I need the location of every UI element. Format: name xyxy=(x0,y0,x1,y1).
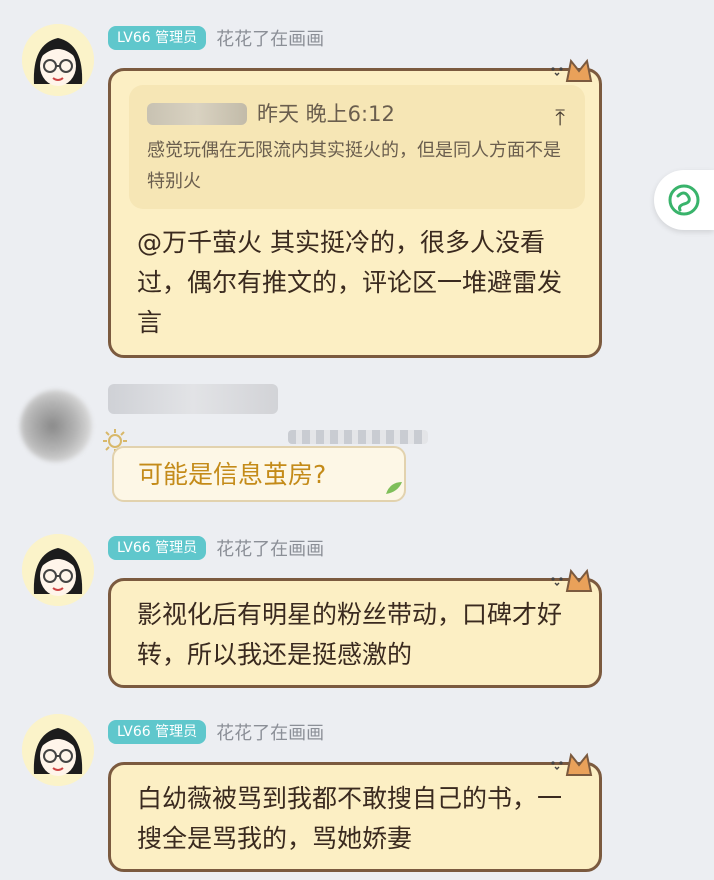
avatar[interactable] xyxy=(22,714,94,786)
avatar[interactable] xyxy=(22,24,94,96)
quote-time: 昨天 晚上6:12 xyxy=(257,102,395,126)
sender-name[interactable]: 花花了在画画 xyxy=(216,719,324,745)
sender-name[interactable]: 花花了在画画 xyxy=(216,25,324,51)
cat-ears-icon xyxy=(551,752,593,776)
quoted-message[interactable]: 昨天 晚上6:12 ⤒ 感觉玩偶在无限流内其实挺火的，但是同人方面不是特别火 xyxy=(129,85,585,209)
arrow-up-icon[interactable]: ⤒ xyxy=(555,99,565,139)
side-float-button[interactable] xyxy=(654,170,714,230)
avatar[interactable] xyxy=(22,534,94,606)
blurred-title xyxy=(288,430,428,444)
cat-ears-icon xyxy=(551,568,593,592)
message-bubble[interactable]: 白幼薇被骂到我都不敢搜自己的书，一搜全是骂我的，骂她娇妻 xyxy=(108,752,602,872)
message-text: 影视化后有明星的粉丝带动，口碑才好转，所以我还是挺感激的 xyxy=(137,600,563,669)
message-text: 可能是信息茧房? xyxy=(138,460,327,489)
level-badge: LV66 管理员 xyxy=(108,720,207,744)
sender-name[interactable]: 花花了在画画 xyxy=(216,535,324,561)
blurred-avatar[interactable] xyxy=(20,390,92,462)
message-text: @万千萤火 其实挺冷的，很多人没看过，偶尔有推文的，评论区一堆避雷发言 xyxy=(137,228,563,337)
cat-ears-icon xyxy=(551,58,593,82)
blurred-name xyxy=(147,103,247,125)
app-logo-icon xyxy=(668,184,700,216)
message-text: 白幼薇被骂到我都不敢搜自己的书，一搜全是骂我的，骂她娇妻 xyxy=(137,784,563,853)
message-bubble[interactable]: 可能是信息茧房? xyxy=(112,446,406,502)
leaf-icon xyxy=(386,482,402,494)
sender-meta: LV66 管理员 花花了在画画 xyxy=(108,534,324,562)
blurred-name xyxy=(108,384,278,414)
quote-text: 感觉玩偶在无限流内其实挺火的，但是同人方面不是特别火 xyxy=(147,140,561,192)
message-bubble[interactable]: 影视化后有明星的粉丝带动，口碑才好转，所以我还是挺感激的 xyxy=(108,568,602,688)
sender-meta: LV66 管理员 花花了在画画 xyxy=(108,718,324,746)
level-badge: LV66 管理员 xyxy=(108,26,207,50)
sender-meta: LV66 管理员 花花了在画画 xyxy=(108,24,324,52)
chat-message: LV66 管理员 花花了在画画 白幼薇被骂到我都不敢搜自己的书，一搜全是骂我的，… xyxy=(0,700,714,880)
level-badge: LV66 管理员 xyxy=(108,536,207,560)
chat-message: LV66 管理员 花花了在画画 昨天 晚上6:12 ⤒ 感觉玩偶在无限流内其实挺… xyxy=(0,0,714,370)
chat-message: LV66 管理员 花花了在画画 影视化后有明星的粉丝带动，口碑才好转，所以我还是… xyxy=(0,520,714,700)
message-bubble[interactable]: 昨天 晚上6:12 ⤒ 感觉玩偶在无限流内其实挺火的，但是同人方面不是特别火 @… xyxy=(108,58,602,358)
chat-message: 可能是信息茧房? xyxy=(0,370,714,520)
